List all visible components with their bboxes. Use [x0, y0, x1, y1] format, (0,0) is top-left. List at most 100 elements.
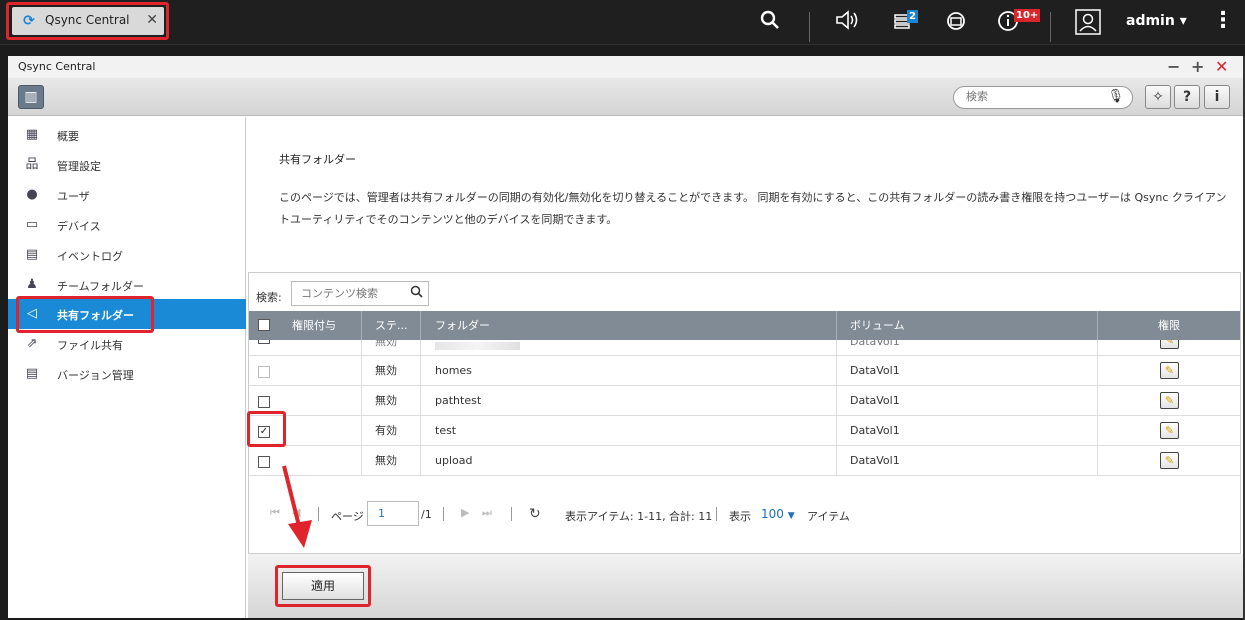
permission-edit-icon[interactable]: ✎: [1160, 452, 1179, 469]
table-row[interactable]: ✓ 有効 test DataVol1 ✎: [249, 416, 1240, 446]
search-label: 検索:: [256, 291, 282, 304]
redacted-folder-name: [435, 342, 520, 350]
notification-count-badge: 2: [907, 10, 918, 23]
display-label: 表示: [729, 510, 751, 523]
permission-edit-icon[interactable]: ✎: [1160, 422, 1179, 439]
maximize-icon[interactable]: +: [1191, 57, 1204, 76]
per-page-select[interactable]: 100 ▼: [761, 507, 795, 521]
help-icon: ?: [1182, 89, 1192, 105]
file-sharing-icon: ⇗: [26, 336, 38, 351]
next-page-icon[interactable]: ▶: [461, 506, 469, 519]
row-volume: DataVol1: [837, 416, 1098, 446]
per-page-value: 100: [761, 507, 784, 521]
tools-button[interactable]: ✧: [1145, 85, 1171, 109]
sidebar-item-label: イベントログ: [57, 250, 123, 263]
previous-page-icon[interactable]: ◀: [292, 506, 300, 519]
sidebar-item-management-settings[interactable]: 品 管理設定: [8, 150, 246, 180]
row-checkbox: [258, 366, 270, 378]
display-items-text: 表示アイテム: 1-11, 合計: 11: [565, 510, 713, 523]
column-header-volume[interactable]: ボリューム: [837, 311, 1098, 340]
row-status: 有効: [362, 416, 421, 446]
top-bar: ⟳ Qsync Central ✕ 2 10+ admin ▾ ⋮: [0, 0, 1245, 45]
info-count-badge: 10+: [1014, 9, 1041, 22]
content-search-input[interactable]: [301, 287, 401, 300]
user-avatar-icon[interactable]: [1075, 9, 1101, 39]
refresh-icon[interactable]: ↻: [529, 506, 541, 522]
global-search[interactable]: 🎙: [953, 86, 1133, 109]
backup-sync-icon[interactable]: [944, 10, 968, 36]
table-row[interactable]: 無効 homes DataVol1 ✎: [249, 356, 1240, 386]
sidebar-item-event-log[interactable]: ▤ イベントログ: [8, 240, 246, 270]
sidebar-item-file-sharing[interactable]: ⇗ ファイル共有: [8, 329, 246, 359]
about-button[interactable]: i: [1204, 85, 1230, 109]
page-description: このページでは、管理者は共有フォルダーの同期の有効化/無効化を切り替えることがで…: [279, 191, 1227, 226]
sidebar-item-label: 概要: [57, 130, 79, 143]
sidebar-item-shared-folder[interactable]: ◁ 共有フォルダー: [8, 299, 246, 329]
column-header-permission[interactable]: 権限: [1098, 311, 1240, 340]
select-all-checkbox[interactable]: [258, 319, 270, 331]
microphone-icon[interactable]: 🎙: [1107, 89, 1124, 104]
help-button[interactable]: ?: [1174, 85, 1200, 109]
apply-button[interactable]: 適用: [282, 572, 364, 600]
qsync-central-window: Qsync Central − + ✕ ▥ 🎙 ✧ ? i ▦ 概要 品 管理設…: [8, 56, 1243, 618]
global-search-input[interactable]: [966, 90, 1111, 103]
row-folder: homes: [421, 356, 837, 386]
row-folder: upload: [421, 446, 837, 476]
sidebar-item-label: 管理設定: [57, 160, 101, 173]
sidebar-item-version-control[interactable]: ▤ バージョン管理: [8, 359, 246, 389]
sidebar-item-device[interactable]: ▭ デバイス: [8, 210, 246, 240]
user-menu[interactable]: admin ▾: [1126, 13, 1187, 29]
permission-edit-icon[interactable]: ✎: [1160, 362, 1179, 379]
row-checkbox[interactable]: [258, 396, 270, 408]
row-status: 無効: [362, 386, 421, 416]
table-row[interactable]: 無効 upload DataVol1 ✎: [249, 446, 1240, 476]
last-page-icon[interactable]: ⏭: [482, 506, 492, 520]
row-status: 無効: [362, 356, 421, 386]
permission-edit-icon[interactable]: ✎: [1160, 392, 1179, 409]
pagination: ⏮ ◀ ページ 1 /1 ▶ ⏭ ↻ 表示アイテム: 1-11, 合計: 11 …: [249, 499, 1240, 529]
more-options-icon[interactable]: ⋮: [1212, 10, 1234, 32]
column-header-status[interactable]: ステ...: [362, 311, 421, 340]
minimize-icon[interactable]: −: [1167, 57, 1180, 76]
close-window-icon[interactable]: ✕: [1215, 57, 1228, 76]
layout-toggle-button[interactable]: ▥: [18, 85, 44, 109]
content-search[interactable]: [291, 281, 429, 306]
row-checkbox[interactable]: [258, 456, 270, 468]
row-volume: DataVol1: [837, 356, 1098, 386]
first-page-icon[interactable]: ⏮: [270, 506, 280, 520]
column-header-grant[interactable]: 権限付与: [249, 311, 362, 340]
version-control-icon: ▤: [25, 366, 39, 381]
items-label: アイテム: [807, 510, 850, 523]
sidebar-item-team-folder[interactable]: ♟ チームフォルダー: [8, 270, 246, 300]
window-title: Qsync Central: [18, 60, 96, 73]
volume-icon[interactable]: [835, 10, 861, 34]
page-number-input[interactable]: 1: [367, 501, 419, 526]
team-folder-icon: ♟: [26, 277, 38, 292]
permission-edit-icon[interactable]: ✎: [1160, 340, 1179, 349]
sidebar-item-overview[interactable]: ▦ 概要: [8, 120, 246, 150]
search-icon[interactable]: [760, 10, 780, 34]
chevron-down-icon: ▼: [787, 511, 795, 521]
table-header: 権限付与 ステ... フォルダー ボリューム 権限: [249, 311, 1240, 340]
user-name: admin: [1126, 13, 1175, 29]
user-icon: ●: [26, 187, 38, 202]
overview-icon: ▦: [25, 127, 39, 142]
sidebar-item-user[interactable]: ● ユーザ: [8, 180, 246, 210]
row-folder: test: [421, 416, 837, 446]
table-row[interactable]: 無効 pathtest DataVol1 ✎: [249, 386, 1240, 416]
event-log-icon: ▤: [25, 247, 39, 262]
sidebar-item-label: デバイス: [57, 220, 101, 233]
info-small-icon: i: [1214, 89, 1220, 105]
close-icon[interactable]: ✕: [146, 12, 158, 28]
app-tab-qsync-central[interactable]: ⟳ Qsync Central ✕: [12, 7, 164, 35]
row-checkbox[interactable]: [258, 340, 270, 344]
row-volume: DataVol1: [837, 386, 1098, 416]
row-checkbox-checked[interactable]: ✓: [258, 426, 270, 438]
column-header-folder[interactable]: フォルダー: [421, 311, 837, 340]
page-title: 共有フォルダー: [279, 153, 356, 166]
page-label: ページ: [331, 510, 364, 523]
column-header-label: 権限付与: [292, 319, 336, 332]
shared-folder-icon: ◁: [27, 306, 37, 321]
search-icon[interactable]: [410, 285, 423, 302]
table-row[interactable]: 無効 DataVol1 ✎: [249, 340, 1240, 356]
